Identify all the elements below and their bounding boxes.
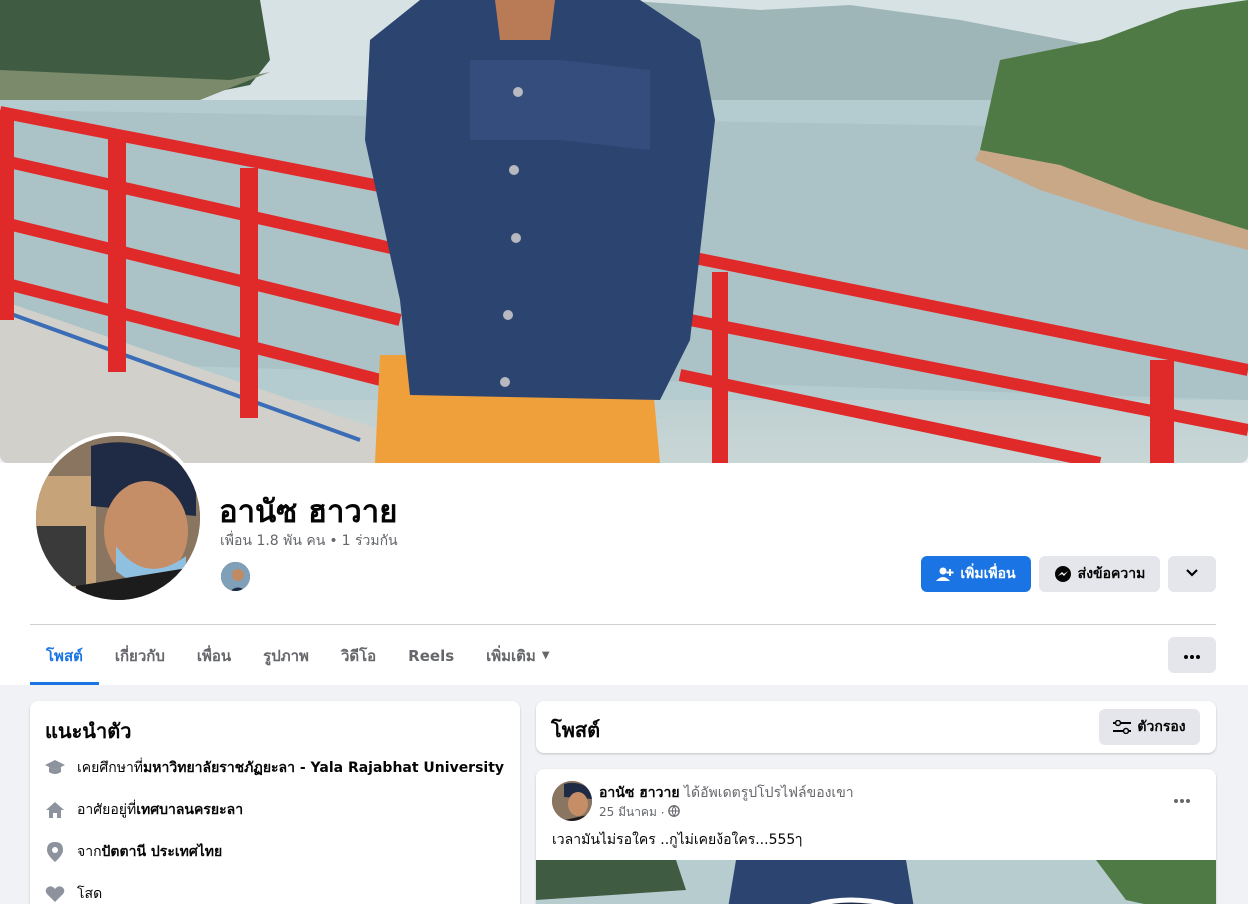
home-icon	[44, 799, 66, 821]
tab-more-label: เพิ่มเติม	[486, 646, 536, 665]
cover-photo[interactable]	[0, 0, 1248, 463]
message-label: ส่งข้อความ	[1077, 566, 1146, 582]
mutual-friend-avatar[interactable]	[219, 560, 252, 593]
tab-about[interactable]: เกี่ยวกับ	[99, 626, 181, 685]
mutual-friends-text[interactable]: 1 ร่วมกัน	[342, 533, 398, 549]
post-header-text: อานัซ ฮาวาย ได้อัพเดตรูปโปรไฟล์ของเขา	[599, 782, 854, 804]
filter-icon	[1113, 720, 1132, 734]
post-meta-separator: ·	[660, 805, 665, 820]
tab-videos-label: วิดีโอ	[340, 646, 377, 665]
intro-relationship-text: โสด	[77, 886, 103, 902]
heart-icon	[44, 883, 66, 904]
post-options-button[interactable]	[1166, 783, 1198, 815]
profile-avatar[interactable]	[36, 436, 200, 600]
chevron-down-icon	[1185, 566, 1199, 582]
intro-title: แนะนำตัว	[45, 719, 132, 743]
profile-tabs: โพสต์ เกี่ยวกับ เพื่อน รูปภาพ วิดีโอ Ree…	[30, 626, 566, 685]
filter-button[interactable]: ตัวกรอง	[1099, 709, 1200, 745]
intro-education-prefix: เคยศึกษาที่	[77, 760, 144, 776]
tab-more[interactable]: เพิ่มเติม ▼	[470, 626, 565, 685]
messenger-icon	[1054, 565, 1072, 583]
post-action-text: ได้อัพเดตรูปโปรไฟล์ของเขา	[684, 785, 854, 801]
profile-name: อานัซ ฮาวาย	[219, 494, 398, 530]
message-button[interactable]: ส่งข้อความ	[1039, 556, 1160, 592]
intro-from: จาก ปัตตานี ประเทศไทย	[44, 841, 222, 863]
posts-title: โพสต์	[551, 718, 601, 742]
filter-label: ตัวกรอง	[1137, 719, 1186, 735]
tab-friends[interactable]: เพื่อน	[181, 626, 247, 685]
post-image[interactable]	[536, 860, 1216, 904]
intro-lives-in-prefix: อาศัยอยู่ที่	[77, 802, 137, 818]
profile-avatar-ring[interactable]	[32, 432, 204, 604]
tab-friends-label: เพื่อน	[196, 646, 232, 665]
tab-photos-label: รูปภาพ	[263, 646, 309, 665]
tab-posts[interactable]: โพสต์	[30, 626, 99, 685]
tab-about-label: เกี่ยวกับ	[114, 646, 165, 665]
separator-dot: •	[329, 533, 338, 549]
intro-from-value[interactable]: ปัตตานี ประเทศไทย	[102, 841, 223, 863]
post-author-avatar[interactable]	[552, 781, 592, 821]
tab-videos[interactable]: วิดีโอ	[325, 626, 392, 685]
tab-posts-label: โพสต์	[46, 646, 83, 665]
post-author-name[interactable]: อานัซ ฮาวาย	[599, 785, 680, 801]
friends-count-text[interactable]: เพื่อน 1.8 พัน คน	[220, 533, 325, 549]
post-meta: 25 มีนาคม ·	[599, 803, 681, 822]
location-pin-icon	[44, 841, 66, 863]
add-friend-label: เพิ่มเพื่อน	[960, 566, 1016, 582]
tab-photos[interactable]: รูปภาพ	[247, 626, 325, 685]
post-card: อานัซ ฮาวาย ได้อัพเดตรูปโปรไฟล์ของเขา 25…	[536, 769, 1216, 904]
add-friend-button[interactable]: เพิ่มเพื่อน	[921, 556, 1031, 592]
post-text: เวลามันไม่รอใคร ..กูไม่เคยง้อใคร...555ๅ	[552, 832, 803, 848]
tab-reels[interactable]: Reels	[392, 626, 470, 685]
intro-card: แนะนำตัว เคยศึกษาที่ มหาวิทยาลัยราชภัฏยะ…	[30, 701, 520, 904]
ellipsis-icon	[1184, 647, 1200, 663]
tab-reels-label: Reels	[408, 646, 455, 665]
intro-lives-in-value[interactable]: เทศบาลนครยะลา	[136, 799, 243, 821]
intro-education: เคยศึกษาที่ มหาวิทยาลัยราชภัฏยะลา - Yala…	[44, 757, 504, 779]
graduation-cap-icon	[44, 757, 66, 779]
posts-header-card: โพสต์ ตัวกรอง	[536, 701, 1216, 753]
globe-icon	[668, 805, 681, 820]
intro-relationship: โสด	[44, 883, 102, 904]
add-friend-icon	[936, 566, 954, 582]
tabs-more-button[interactable]	[1168, 637, 1216, 673]
friends-count[interactable]: เพื่อน 1.8 พัน คน • 1 ร่วมกัน	[220, 530, 398, 552]
caret-down-icon: ▼	[541, 650, 550, 661]
intro-from-prefix: จาก	[77, 844, 102, 860]
more-actions-button[interactable]	[1168, 556, 1216, 592]
post-date[interactable]: 25 มีนาคม	[599, 803, 657, 822]
intro-education-value[interactable]: มหาวิทยาลัยราชภัฏยะลา - Yala Rajabhat Un…	[143, 757, 504, 779]
ellipsis-icon	[1174, 791, 1190, 807]
intro-lives-in: อาศัยอยู่ที่ เทศบาลนครยะลา	[44, 799, 243, 821]
header-divider	[30, 624, 1216, 625]
